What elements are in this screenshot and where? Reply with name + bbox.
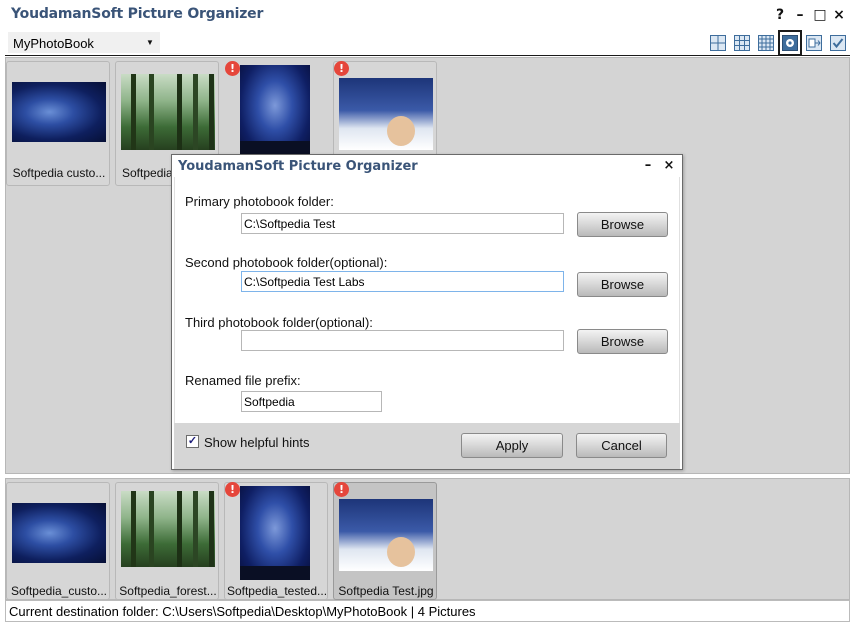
settings-dialog: YoudamanSoft Picture Organizer – × Prima…	[171, 154, 683, 470]
warning-icon: !	[334, 482, 349, 497]
thumbnail-image	[121, 74, 215, 150]
hints-label: Show helpful hints	[204, 435, 310, 450]
status-text: Current destination folder: C:\Users\Sof…	[9, 604, 476, 619]
thumbnail-image	[12, 503, 106, 563]
large-grid-icon	[710, 35, 726, 51]
thumbnail-image	[339, 499, 433, 571]
thumbnail-caption: Softpedia Test.jpg	[338, 584, 434, 598]
medium-grid-view-button[interactable]	[731, 32, 753, 54]
large-grid-view-button[interactable]	[707, 32, 729, 54]
second-folder-label: Second photobook folder(optional):	[185, 255, 388, 270]
primary-browse-button[interactable]: Browse	[577, 212, 668, 237]
thumbnail-item[interactable]: Softpedia_custo...	[6, 482, 110, 600]
thumbnail-image	[240, 65, 310, 155]
photobook-select[interactable]: MyPhotoBook ▼	[8, 32, 160, 53]
second-browse-button[interactable]: Browse	[577, 272, 668, 297]
third-browse-button[interactable]: Browse	[577, 329, 668, 354]
settings-view-icon	[782, 35, 798, 51]
thumbnail-caption: Softpedia_tested...	[226, 584, 328, 598]
thumbnail-image	[12, 82, 106, 142]
thumbnail-image	[121, 491, 215, 567]
dialog-body: Primary photobook folder: C:\Softpedia T…	[174, 177, 680, 423]
dialog-minimize-button[interactable]: –	[640, 158, 656, 174]
check-icon	[830, 35, 846, 51]
chevron-down-icon[interactable]: ▼	[143, 34, 157, 51]
destination-thumbnail-strip: Softpedia_custo... Softpedia_forest... !…	[5, 478, 850, 600]
primary-folder-field[interactable]: C:\Softpedia Test	[241, 213, 564, 234]
small-grid-icon	[758, 35, 774, 51]
thumbnail-item[interactable]: Softpedia_forest...	[115, 482, 219, 600]
medium-grid-icon	[734, 35, 750, 51]
thumbnail-item[interactable]: ! Softpedia_tested...	[224, 482, 328, 600]
status-bar: Current destination folder: C:\Users\Sof…	[5, 600, 850, 622]
dialog-footer: ✓ Show helpful hints Apply Cancel	[174, 423, 680, 469]
thumbnail-caption: Softpedia custo...	[12, 166, 106, 180]
primary-folder-label: Primary photobook folder:	[185, 194, 334, 209]
dialog-close-button[interactable]: ×	[661, 158, 677, 174]
warning-icon: !	[225, 61, 240, 76]
small-grid-view-button[interactable]	[755, 32, 777, 54]
thumbnail-caption: Softpedia_forest...	[119, 584, 217, 598]
toolbar: MyPhotoBook ▼	[5, 30, 850, 56]
minimize-button[interactable]: –	[791, 6, 809, 24]
thumbnail-item-selected[interactable]: ! Softpedia Test.jpg	[333, 482, 437, 600]
thumbnail-caption: Softpedia_custo...	[10, 584, 108, 598]
cancel-button[interactable]: Cancel	[576, 433, 667, 458]
third-folder-field[interactable]	[241, 330, 564, 351]
help-button[interactable]: ?	[771, 6, 789, 24]
hints-checkbox[interactable]: ✓	[186, 435, 199, 448]
warning-icon: !	[225, 482, 240, 497]
second-folder-field[interactable]: C:\Softpedia Test Labs	[241, 271, 564, 292]
warning-icon: !	[334, 61, 349, 76]
settings-view-button[interactable]	[778, 30, 802, 56]
prefix-field[interactable]: Softpedia	[241, 391, 382, 412]
dialog-title: YoudamanSoft Picture Organizer	[178, 159, 418, 174]
export-icon	[806, 35, 822, 51]
check-button[interactable]	[827, 32, 849, 54]
maximize-button[interactable]: □	[811, 6, 829, 24]
prefix-label: Renamed file prefix:	[185, 373, 301, 388]
photobook-select-value: MyPhotoBook	[13, 36, 94, 51]
thumbnail-image	[240, 486, 310, 580]
third-folder-label: Third photobook folder(optional):	[185, 315, 373, 330]
app-title: YoudamanSoft Picture Organizer	[11, 6, 264, 22]
thumbnail-item[interactable]: Softpedia custo...	[6, 61, 110, 186]
apply-button[interactable]: Apply	[461, 433, 563, 458]
thumbnail-image	[339, 78, 433, 150]
main-titlebar: YoudamanSoft Picture Organizer ? – □ ×	[0, 0, 854, 30]
close-button[interactable]: ×	[830, 6, 848, 24]
export-button[interactable]	[803, 32, 825, 54]
